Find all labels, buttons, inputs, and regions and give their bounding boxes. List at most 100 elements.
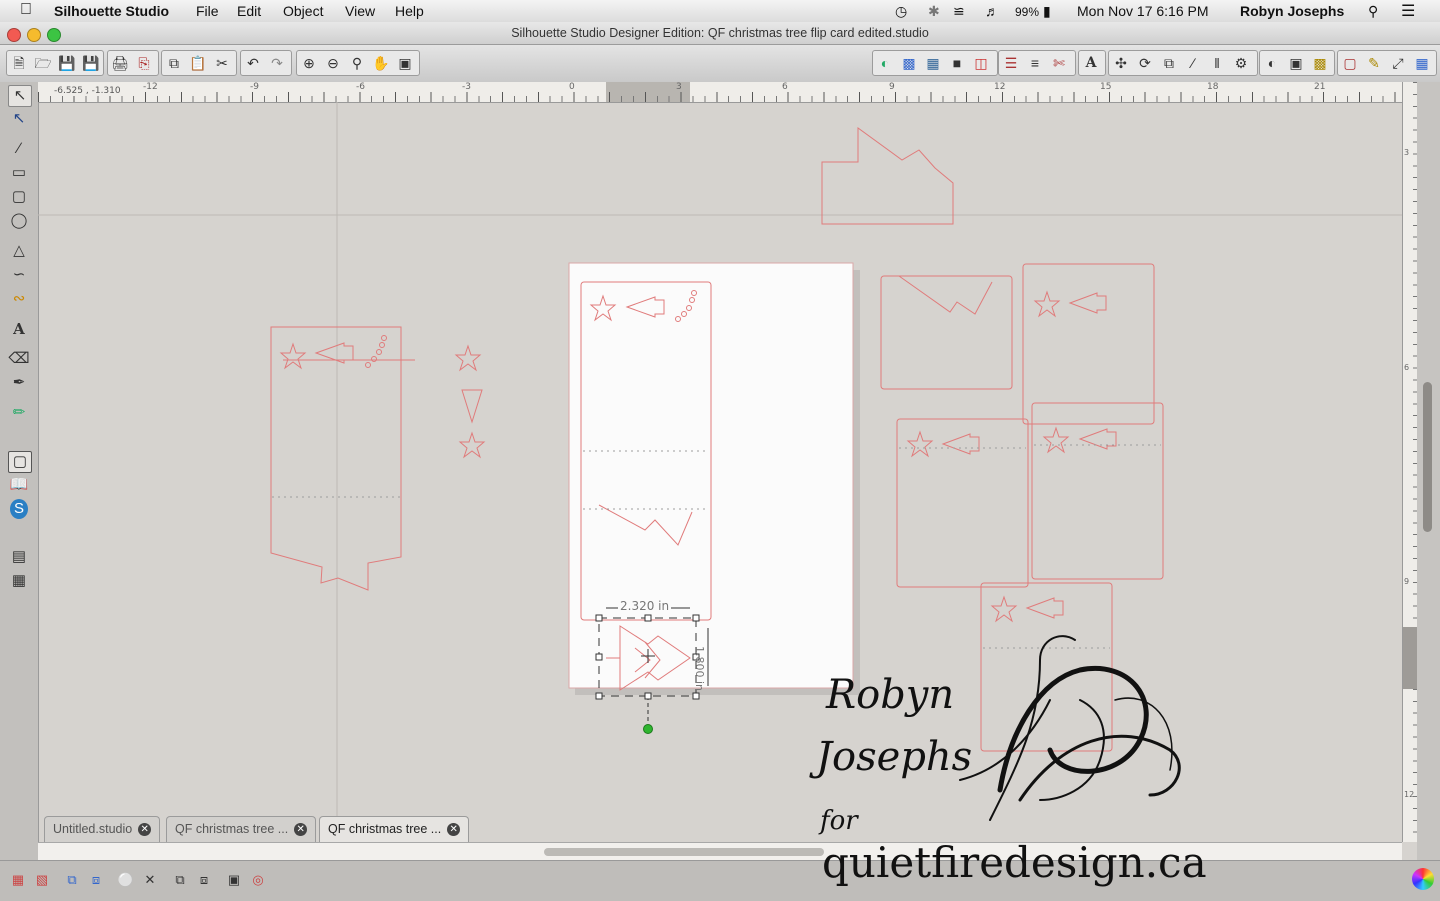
shear-icon[interactable]: ∕ (1182, 52, 1204, 74)
menu-object[interactable]: Object (283, 3, 323, 19)
wifi-icon[interactable]: ≌ (953, 3, 965, 20)
horizontal-scroll-thumb[interactable] (544, 848, 824, 856)
clock[interactable]: Mon Nov 17 6:16 PM (1077, 3, 1209, 19)
text-tool-icon[interactable]: A (8, 319, 30, 339)
eyedropper-tool-icon[interactable]: ✏ (8, 403, 30, 423)
offset-target-icon[interactable]: ◎ (248, 870, 268, 890)
replicate-icon[interactable]: ‖ (1206, 52, 1228, 74)
close-tab-icon[interactable]: ✕ (447, 823, 461, 837)
scale-icon[interactable]: ⧉ (1158, 52, 1180, 74)
knife-icon[interactable]: ▩ (1309, 52, 1331, 74)
ruler-tick-label: -9 (250, 82, 259, 92)
print-icon[interactable]: 🖨 (109, 52, 131, 74)
knife-tool-icon[interactable]: ✒ (8, 373, 30, 393)
open-file-icon[interactable]: 🗁 (32, 52, 54, 74)
zoom-out-icon[interactable]: ⊖ (322, 52, 344, 74)
delete-icon[interactable]: ✕ (140, 870, 160, 890)
long-card-shape (270, 326, 402, 591)
menu-file[interactable]: File (196, 3, 219, 19)
new-file-icon[interactable]: 🗎 (8, 52, 30, 74)
grid-icon[interactable]: ▦ (1411, 52, 1433, 74)
undo-icon[interactable]: ↶ (242, 52, 264, 74)
fill-gradient-icon[interactable]: ▩ (898, 52, 920, 74)
menu-help[interactable]: Help (395, 3, 424, 19)
library-icon[interactable]: 📖 (8, 475, 30, 495)
page-setup-icon[interactable]: ▢ (1339, 52, 1361, 74)
user-name[interactable]: Robyn Josephs (1240, 3, 1344, 19)
show-design-area-icon[interactable]: ▤ (8, 547, 30, 567)
polygon-tool-icon[interactable]: △ (8, 241, 30, 261)
tab-qf-christmas-tree-2[interactable]: QF christmas tree ... ✕ (319, 816, 470, 842)
zoom-selection-icon[interactable]: ⚲ (346, 52, 368, 74)
rotate-icon[interactable]: ⟳ (1134, 52, 1156, 74)
battery-icon[interactable]: ▮ (1043, 3, 1051, 20)
rectangle-tool-icon[interactable]: ▭ (8, 163, 30, 183)
tab-qf-christmas-tree-1[interactable]: QF christmas tree ... ✕ (166, 816, 317, 842)
select-tool-icon[interactable]: ↖ (8, 85, 32, 107)
bring-forward-icon[interactable]: ⧉ (170, 870, 190, 890)
show-library-split-icon[interactable]: ▦ (8, 571, 30, 591)
freehand-tool-icon[interactable]: ∾ (8, 289, 30, 309)
tab-untitled[interactable]: Untitled.studio ✕ (44, 816, 161, 842)
zoom-window-button[interactable] (47, 28, 61, 42)
modify-icon[interactable]: ⚙ (1230, 52, 1252, 74)
fit-to-page-icon[interactable]: ▣ (394, 52, 416, 74)
curve-tool-icon[interactable]: ∽ (8, 265, 30, 285)
save-to-library-icon[interactable]: 💾 (80, 52, 102, 74)
line-type-icon[interactable]: ≡ (1024, 52, 1046, 74)
fullscreen-icon[interactable]: ⤢ (1387, 52, 1409, 74)
time-machine-icon[interactable]: ◷ (895, 3, 907, 20)
app-name-menu[interactable]: Silhouette Studio (54, 3, 169, 19)
line-tool-icon[interactable]: ∕ (8, 139, 30, 159)
minimize-window-button[interactable] (27, 28, 41, 42)
eraser-tool-icon[interactable]: ⌫ (8, 349, 30, 369)
close-tab-icon[interactable]: ✕ (294, 823, 308, 837)
save-icon[interactable]: 💾 (56, 52, 78, 74)
shadow-icon[interactable]: ■ (946, 52, 968, 74)
copy-icon[interactable]: ⧉ (163, 52, 185, 74)
rounded-rectangle-tool-icon[interactable]: ▢ (8, 187, 30, 207)
right-card-b-star (1033, 290, 1061, 318)
line-style-icon[interactable]: ☰ (1000, 52, 1022, 74)
notification-list-icon[interactable]: ☰ (1401, 1, 1415, 21)
fill-pattern-icon[interactable]: ▦ (922, 52, 944, 74)
send-to-cutter-icon[interactable]: ⎘ (133, 52, 155, 74)
ellipse-tool-icon[interactable]: ◯ (8, 211, 30, 231)
vertical-scrollbar[interactable] (1417, 82, 1440, 860)
paste-icon[interactable]: 📋 (187, 52, 209, 74)
sketch-icon[interactable]: ✎ (1363, 52, 1385, 74)
redo-icon[interactable]: ↷ (266, 52, 288, 74)
close-window-button[interactable] (7, 28, 21, 42)
cut-icon[interactable]: ✂ (211, 52, 233, 74)
pan-hand-icon[interactable]: ✋ (370, 52, 392, 74)
send-backward-icon[interactable]: ⧈ (194, 870, 214, 890)
offset-icon[interactable]: ◐ (1261, 52, 1283, 74)
cut-settings-icon[interactable]: ✄ (1048, 52, 1070, 74)
apple-icon[interactable]:  (20, 1, 32, 19)
group-icon[interactable]: ▦ (8, 870, 28, 890)
online-store-icon[interactable]: S (10, 499, 28, 519)
duplicate-icon[interactable]: ▣ (224, 870, 244, 890)
weld-icon[interactable]: ⚪ (116, 870, 136, 890)
vertical-scroll-thumb[interactable] (1423, 382, 1432, 532)
ungroup-icon[interactable]: ▧ (32, 870, 52, 890)
fill-color-icon[interactable]: ◐ (874, 52, 896, 74)
volume-icon[interactable]: ♬ (985, 3, 999, 19)
menu-edit[interactable]: Edit (237, 3, 261, 19)
long-card-dot (381, 335, 387, 341)
close-tab-icon[interactable]: ✕ (138, 823, 152, 837)
make-compound-path-icon[interactable]: ⧉ (62, 870, 82, 890)
align-icon[interactable]: ✣ (1110, 52, 1132, 74)
design-canvas[interactable]: 2.320 in 1.800 in Robyn Josephs for (38, 102, 1402, 838)
spotlight-icon[interactable]: ⚲ (1368, 3, 1378, 20)
design-page-view-icon[interactable]: ▢ (8, 451, 32, 473)
release-compound-path-icon[interactable]: ⧈ (86, 870, 106, 890)
zoom-in-icon[interactable]: ⊕ (298, 52, 320, 74)
text-style-icon[interactable]: A (1080, 52, 1102, 74)
menu-view[interactable]: View (345, 3, 375, 19)
line-color-icon[interactable]: ◫ (970, 52, 992, 74)
bluetooth-icon[interactable]: ✱ (928, 3, 940, 20)
edit-points-icon[interactable]: ↖ (8, 109, 30, 129)
color-wheel-icon[interactable] (1412, 868, 1434, 890)
trace-icon[interactable]: ▣ (1285, 52, 1307, 74)
